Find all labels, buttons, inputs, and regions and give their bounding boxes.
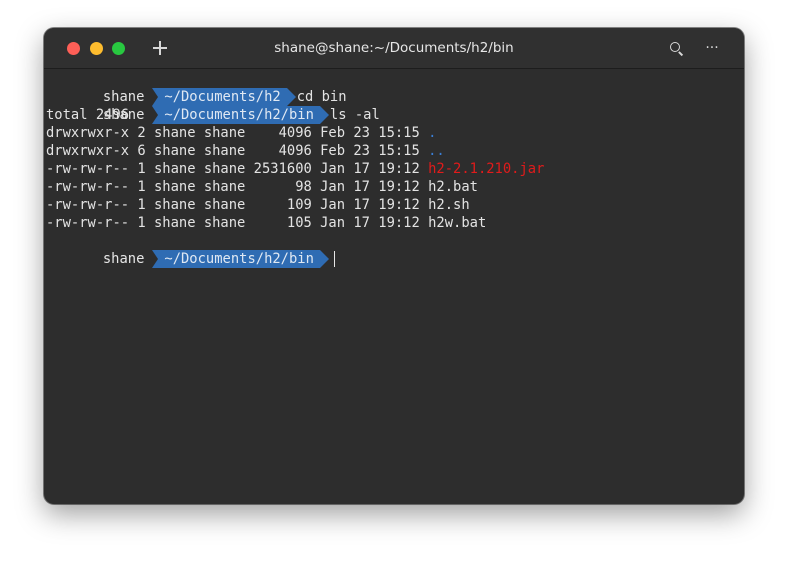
more-icon[interactable]: ···: [704, 41, 720, 57]
terminal-line: shane ~/Documents/h2/bin ls -al: [46, 88, 742, 124]
file-name: h2-2.1.210.jar: [428, 161, 545, 177]
terminal-output[interactable]: shane ~/Documents/h2 cd bin shane ~/Documen…: [46, 70, 742, 500]
output-text: total 2496: [46, 107, 130, 123]
prompt: shane ~/Documents/h2/bin: [96, 250, 329, 268]
listing-row: -rw-rw-r-- 1 shane shane 98 Jan 17 19:12…: [46, 178, 742, 196]
file-name: h2.bat: [428, 179, 478, 195]
terminal-line: shane ~/Documents/h2/bin: [46, 232, 742, 268]
file-meta: -rw-rw-r-- 1 shane shane 109 Jan 17 19:1…: [46, 197, 429, 213]
text-cursor: [333, 251, 336, 267]
window-title: shane@shane:~/Documents/h2/bin: [274, 40, 514, 56]
listing-row: -rw-rw-r-- 1 shane shane 109 Jan 17 19:1…: [46, 196, 742, 214]
listing-row: -rw-rw-r-- 1 shane shane 105 Jan 17 19:1…: [46, 214, 742, 232]
prompt-path: ~/Documents/h2/bin: [152, 250, 329, 268]
file-meta: drwxrwxr-x 6 shane shane 4096 Feb 23 15:…: [46, 143, 429, 159]
prompt-user: shane: [102, 251, 145, 267]
terminal-line: total 2496: [46, 106, 742, 124]
search-icon[interactable]: [669, 41, 685, 57]
listing-row: -rw-rw-r-- 1 shane shane 2531600 Jan 17 …: [46, 160, 742, 178]
file-name: ..: [428, 143, 445, 159]
file-meta: -rw-rw-r-- 1 shane shane 2531600 Jan 17 …: [46, 161, 429, 177]
title-bar: shane@shane:~/Documents/h2/bin ···: [44, 28, 744, 69]
file-meta: drwxrwxr-x 2 shane shane 4096 Feb 23 15:…: [46, 125, 429, 141]
file-name: h2w.bat: [428, 215, 487, 231]
file-meta: -rw-rw-r-- 1 shane shane 105 Jan 17 19:1…: [46, 215, 429, 231]
terminal-window: shane@shane:~/Documents/h2/bin ··· shane…: [44, 28, 744, 504]
terminal-line: shane ~/Documents/h2 cd bin: [46, 70, 742, 106]
listing-row: drwxrwxr-x 2 shane shane 4096 Feb 23 15:…: [46, 124, 742, 142]
file-name: h2.sh: [428, 197, 470, 213]
listing-row: drwxrwxr-x 6 shane shane 4096 Feb 23 15:…: [46, 142, 742, 160]
file-name: .: [428, 125, 437, 141]
file-meta: -rw-rw-r-- 1 shane shane 98 Jan 17 19:12: [46, 179, 429, 195]
